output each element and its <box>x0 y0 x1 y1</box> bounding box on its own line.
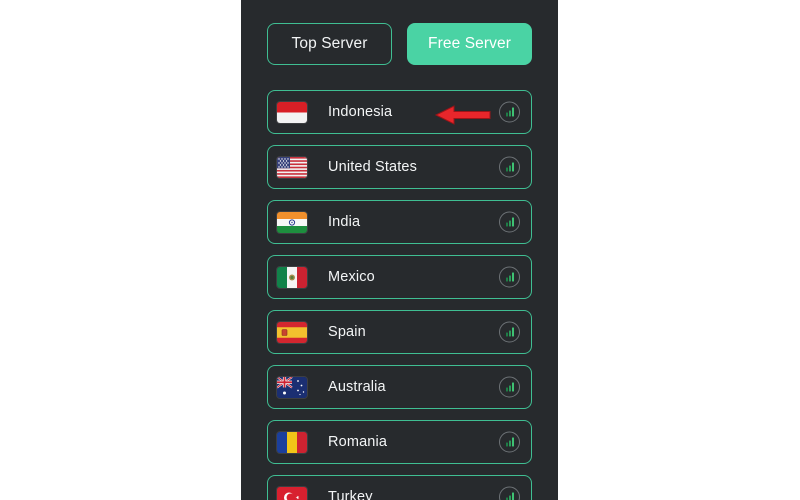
signal-icon <box>499 321 520 343</box>
australia-flag-icon <box>277 376 307 398</box>
server-row-united-states[interactable]: United States <box>267 145 532 189</box>
tab-top-server[interactable]: Top Server <box>267 23 392 65</box>
server-name-label: Romania <box>328 434 388 450</box>
server-list: Indonesia United States India Mexico Spa… <box>267 90 532 500</box>
server-name-label: Indonesia <box>328 104 393 120</box>
server-row-romania[interactable]: Romania <box>267 420 532 464</box>
indonesia-flag-icon <box>277 101 307 123</box>
server-type-tabs: Top Server Free Server <box>267 23 532 65</box>
signal-icon <box>499 376 520 398</box>
signal-icon <box>499 156 520 178</box>
signal-icon <box>499 211 520 233</box>
united-states-flag-icon <box>277 156 307 178</box>
india-flag-icon <box>277 211 307 233</box>
server-row-turkey[interactable]: Turkey <box>267 475 532 500</box>
turkey-flag-icon <box>277 486 307 500</box>
signal-icon <box>499 431 520 453</box>
server-name-label: Australia <box>328 379 386 395</box>
screenshot-root: Top Server Free Server Indonesia United … <box>0 0 800 500</box>
server-name-label: Spain <box>328 324 366 340</box>
red-left-arrow-annotation-icon <box>434 104 492 126</box>
tab-top-server-label: Top Server <box>291 35 368 52</box>
signal-icon <box>499 486 520 500</box>
server-name-label: Turkey <box>328 489 373 500</box>
server-name-label: Mexico <box>328 269 375 285</box>
server-row-spain[interactable]: Spain <box>267 310 532 354</box>
signal-icon <box>499 101 520 123</box>
tab-free-server-label: Free Server <box>428 35 511 52</box>
server-row-australia[interactable]: Australia <box>267 365 532 409</box>
spain-flag-icon <box>277 321 307 343</box>
tab-free-server[interactable]: Free Server <box>407 23 532 65</box>
server-row-mexico[interactable]: Mexico <box>267 255 532 299</box>
server-row-india[interactable]: India <box>267 200 532 244</box>
server-selection-panel: Top Server Free Server Indonesia United … <box>241 0 558 500</box>
romania-flag-icon <box>277 431 307 453</box>
server-row-indonesia[interactable]: Indonesia <box>267 90 532 134</box>
signal-icon <box>499 266 520 288</box>
server-name-label: United States <box>328 159 417 175</box>
server-name-label: India <box>328 214 361 230</box>
mexico-flag-icon <box>277 266 307 288</box>
